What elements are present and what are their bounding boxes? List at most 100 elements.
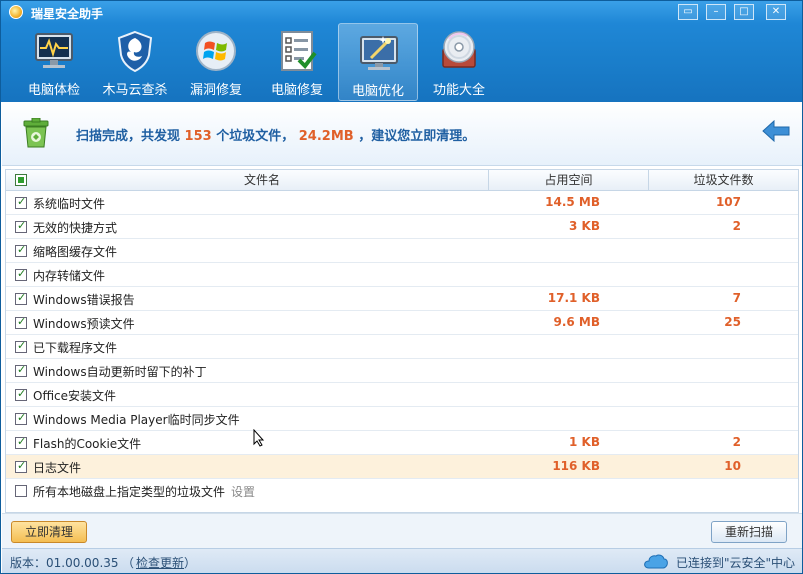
table-row[interactable]: Windows自动更新时留下的补丁 <box>6 359 798 383</box>
select-all-checkbox[interactable] <box>15 174 27 186</box>
magic-wand-monitor-icon <box>360 36 398 70</box>
row-checkbox[interactable] <box>15 243 27 257</box>
trash-bin-icon <box>23 118 49 148</box>
row-count: 7 <box>732 291 741 305</box>
cloud-icon <box>644 554 668 569</box>
toolbar-item-trojan-scan[interactable]: 木马云查杀 <box>95 23 175 101</box>
junk-total-size: 24.2MB <box>298 129 354 144</box>
summary-suffix: ，建议您立即清理。 <box>358 129 476 144</box>
row-space: 9.6 MB <box>553 315 600 329</box>
table-header: 文件名 占用空间 垃圾文件数 <box>6 170 798 191</box>
row-file-type: Windows Media Player临时同步文件 <box>33 413 240 427</box>
row-checkbox[interactable] <box>15 291 27 305</box>
settings-link[interactable]: 设置 <box>231 485 255 499</box>
table-row[interactable]: Windows预读文件 9.6 MB 25 <box>6 311 798 335</box>
paren-close: ） <box>184 556 197 570</box>
table-row[interactable]: 内存转储文件 <box>6 263 798 287</box>
row-checkbox[interactable] <box>15 485 27 497</box>
toolbar-item-pc-repair[interactable]: 电脑修复 <box>257 23 337 101</box>
row-checkbox[interactable] <box>15 459 27 473</box>
toolbar-item-vuln-fix[interactable]: 漏洞修复 <box>176 23 256 101</box>
rescan-button[interactable]: 重新扫描 <box>711 521 787 543</box>
row-checkbox[interactable] <box>15 387 27 401</box>
monitor-heartbeat-icon <box>35 33 73 68</box>
row-checkbox[interactable] <box>15 435 27 449</box>
toolbar-item-all-features[interactable]: 功能大全 <box>419 23 499 101</box>
table-row[interactable]: 所有本地磁盘上指定类型的垃圾文件 设置 <box>6 479 798 503</box>
status-bar: 版本：01.00.00.35 （ 检查更新 ） 已连接到"云安全"中心 <box>2 548 802 573</box>
back-arrow-icon[interactable] <box>762 120 790 142</box>
row-space: 116 KB <box>552 459 600 473</box>
summary-middle: 个垃圾文件， <box>216 129 295 144</box>
column-header-space[interactable]: 占用空间 <box>488 170 648 191</box>
row-checkbox[interactable] <box>15 195 27 209</box>
shield-icon <box>117 30 153 73</box>
table-row[interactable]: Flash的Cookie文件 1 KB 2 <box>6 431 798 455</box>
main-toolbar: 电脑体检 木马云查杀 漏洞修复 电脑修复 电脑优化 功能大全 <box>1 23 802 102</box>
row-checkbox[interactable] <box>15 411 27 425</box>
clean-now-button[interactable]: 立即清理 <box>11 521 87 543</box>
row-space: 1 KB <box>569 435 600 449</box>
table-row[interactable]: 缩略图缓存文件 <box>6 239 798 263</box>
row-count: 2 <box>732 219 741 233</box>
row-space: 17.1 KB <box>547 291 600 305</box>
app-logo-icon <box>9 5 23 19</box>
summary-prefix: 扫描完成，共发现 <box>76 129 181 144</box>
table-row[interactable]: 系统临时文件 14.5 MB 107 <box>6 191 798 215</box>
paren-open: （ <box>122 556 135 570</box>
row-file-type: Windows预读文件 <box>33 317 135 331</box>
row-space: 14.5 MB <box>545 195 600 209</box>
row-checkbox[interactable] <box>15 219 27 233</box>
row-file-type-text: 所有本地磁盘上指定类型的垃圾文件 <box>33 485 226 499</box>
table-row[interactable]: 已下载程序文件 <box>6 335 798 359</box>
toolbar-label: 电脑优化 <box>351 84 404 99</box>
table-row[interactable]: 无效的快捷方式 3 KB 2 <box>6 215 798 239</box>
toolbar-label: 功能大全 <box>432 83 485 98</box>
cloud-status: 已连接到"云安全"中心 <box>676 556 796 570</box>
row-count: 2 <box>732 435 741 449</box>
row-file-type: Windows错误报告 <box>33 293 135 307</box>
table-row[interactable]: Office安装文件 <box>6 383 798 407</box>
mouse-cursor-icon <box>253 429 265 447</box>
row-file-type: Flash的Cookie文件 <box>33 437 142 451</box>
windows-logo-icon <box>196 31 236 71</box>
row-file-type: 已下载程序文件 <box>33 341 118 355</box>
disc-icon <box>442 31 476 68</box>
row-checkbox[interactable] <box>15 339 27 353</box>
toolbar-label: 电脑体检 <box>27 83 80 98</box>
row-file-type: 缩略图缓存文件 <box>33 245 118 259</box>
table-row-selected[interactable]: 日志文件 116 KB 10 <box>6 455 798 479</box>
row-checkbox[interactable] <box>15 315 27 329</box>
toolbar-item-checkup[interactable]: 电脑体检 <box>14 23 94 101</box>
minimize-button[interactable]: – <box>706 4 726 20</box>
app-title: 瑞星安全助手 <box>31 7 104 21</box>
row-file-type: 所有本地磁盘上指定类型的垃圾文件 设置 <box>33 483 255 500</box>
row-count: 10 <box>724 459 741 473</box>
row-space: 3 KB <box>569 219 600 233</box>
row-checkbox[interactable] <box>15 363 27 377</box>
row-checkbox[interactable] <box>15 267 27 281</box>
app-window: 瑞星安全助手 ▭ – □ ✕ 电脑体检 木马云查杀 漏洞修复 电脑修复 电脑优化… <box>0 0 803 574</box>
skin-button[interactable]: ▭ <box>678 4 698 20</box>
row-file-type: 日志文件 <box>33 461 82 475</box>
action-bar: 立即清理 重新扫描 <box>2 513 802 548</box>
row-file-type: 系统临时文件 <box>33 197 106 211</box>
row-count: 107 <box>715 195 741 209</box>
row-file-type: Windows自动更新时留下的补丁 <box>33 365 207 379</box>
toolbar-item-optimize[interactable]: 电脑优化 <box>338 23 418 101</box>
table-row[interactable]: Windows Media Player临时同步文件 <box>6 407 798 431</box>
row-file-type: 无效的快捷方式 <box>33 221 118 235</box>
table-row[interactable]: Windows错误报告 17.1 KB 7 <box>6 287 798 311</box>
column-header-name[interactable]: 文件名 <box>36 170 488 191</box>
close-button[interactable]: ✕ <box>766 4 786 20</box>
junk-file-count: 153 <box>184 129 212 144</box>
maximize-button[interactable]: □ <box>734 4 754 20</box>
column-header-count[interactable]: 垃圾文件数 <box>648 170 798 191</box>
row-count: 25 <box>724 315 741 329</box>
junk-file-table: 文件名 占用空间 垃圾文件数 系统临时文件 14.5 MB 107 无效的快捷方… <box>5 169 799 513</box>
summary-text: 扫描完成，共发现 153 个垃圾文件， 24.2MB ，建议您立即清理。 <box>76 125 475 144</box>
title-bar[interactable]: 瑞星安全助手 ▭ – □ ✕ <box>1 1 802 23</box>
header-band: 瑞星安全助手 ▭ – □ ✕ 电脑体检 木马云查杀 漏洞修复 电脑修复 电脑优化… <box>1 1 802 102</box>
check-update-link[interactable]: 检查更新 <box>136 554 184 571</box>
checklist-icon <box>281 31 317 71</box>
